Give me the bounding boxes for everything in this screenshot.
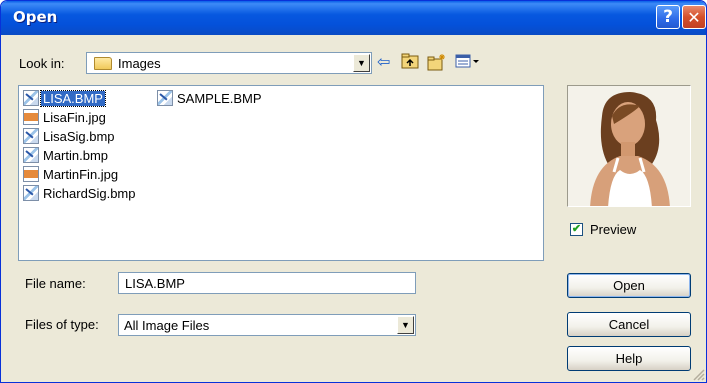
open-button[interactable]: Open [567,273,691,298]
file-name: RichardSig.bmp [43,185,136,201]
jpeg-file-icon [23,109,39,125]
up-folder-icon[interactable] [401,53,419,75]
help-button[interactable]: Help [567,346,691,371]
bitmap-file-icon [23,147,39,163]
file-name-input[interactable]: LISA.BMP [118,272,416,294]
file-item-sample-bmp[interactable]: SAMPLE.BMP [157,89,264,107]
file-name: MartinFin.jpg [43,166,119,182]
open-dialog: Open ? ✕ Look in: Images ▼ ⇦ LISA.BMP Li… [0,0,707,383]
open-button-label: Open [613,278,645,293]
file-name-label: File name: [25,276,86,291]
files-of-type-dropdown[interactable]: All Image Files ▼ [118,314,416,336]
image-preview [567,85,691,207]
file-list[interactable]: LISA.BMP LisaFin.jpg LisaSig.bmp Martin.… [18,85,544,261]
file-name: LisaSig.bmp [43,128,115,144]
look-in-label: Look in: [19,56,65,71]
help-button-label: Help [615,351,643,366]
file-item-lisafin-jpg[interactable]: LisaFin.jpg [23,108,108,126]
files-of-type-value: All Image Files [124,318,210,333]
folder-icon [94,57,112,70]
file-name: LISA.BMP [40,89,106,107]
file-name: Martin.bmp [43,147,109,163]
file-item-lisasig-bmp[interactable]: LisaSig.bmp [23,127,117,145]
close-button[interactable]: ✕ [682,5,706,29]
preview-label: Preview [590,222,637,237]
window-title: Open [13,8,58,26]
back-arrow-icon[interactable]: ⇦ [377,53,390,73]
preview-checkbox[interactable]: ✔ [570,223,583,236]
bitmap-file-icon [157,90,173,106]
jpeg-file-icon [23,166,39,182]
cancel-button[interactable]: Cancel [567,312,691,337]
resize-grip-icon[interactable] [691,367,705,381]
help-icon: ? [663,7,673,27]
cancel-button-label: Cancel [608,317,650,332]
bitmap-file-icon [23,185,39,201]
file-item-richardsig-bmp[interactable]: RichardSig.bmp [23,184,138,202]
close-icon: ✕ [687,7,701,27]
file-name-value: LISA.BMP [125,276,185,291]
view-menu-icon[interactable] [455,53,481,75]
preview-portrait-image [568,86,690,206]
chevron-down-icon[interactable]: ▼ [353,54,370,72]
file-name: SAMPLE.BMP [177,90,262,106]
help-title-button[interactable]: ? [656,5,680,29]
file-name: LisaFin.jpg [43,109,106,125]
chevron-down-icon[interactable]: ▼ [397,316,414,334]
look-in-value: Images [118,56,161,71]
bitmap-file-icon [23,128,39,144]
bitmap-file-icon [23,90,39,106]
title-bar[interactable]: Open ? ✕ [1,1,706,35]
file-item-martinfin-jpg[interactable]: MartinFin.jpg [23,165,120,183]
file-item-lisa-bmp[interactable]: LISA.BMP [23,89,106,107]
look-in-dropdown[interactable]: Images ▼ [86,52,372,74]
file-item-martin-bmp[interactable]: Martin.bmp [23,146,110,164]
new-folder-icon[interactable] [427,53,447,77]
files-of-type-label: Files of type: [25,317,99,332]
